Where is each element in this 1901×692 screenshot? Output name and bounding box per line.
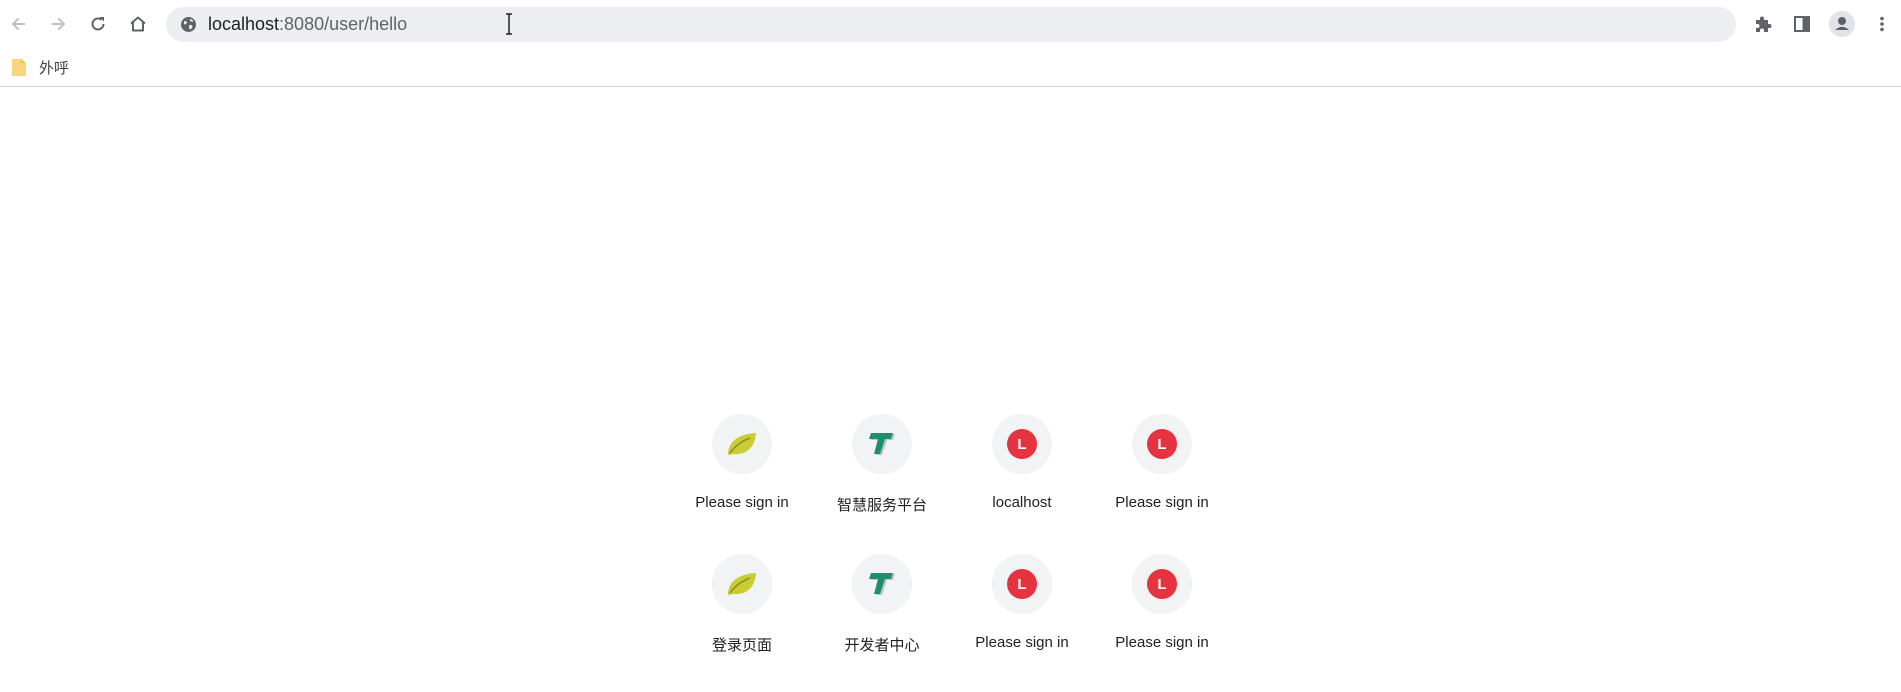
tile-favicon <box>852 554 912 614</box>
url-text[interactable]: localhost:8080/user/hello <box>208 7 407 42</box>
tile-title: Please sign in <box>1115 494 1209 511</box>
home-icon <box>130 16 146 32</box>
letter-l-icon: L <box>1147 569 1177 599</box>
tile-title: 登录页面 <box>711 637 772 654</box>
reload-button[interactable] <box>80 6 116 42</box>
leaf-icon <box>728 573 756 595</box>
back-button[interactable] <box>1 6 37 42</box>
tile-favicon: L <box>992 554 1052 614</box>
bookmark-label: 外呼 <box>39 59 70 77</box>
green-t-logo-icon <box>869 433 895 455</box>
reload-icon <box>91 17 105 31</box>
letter-l-icon: L <box>1147 429 1177 459</box>
tile-title: localhost <box>992 494 1052 511</box>
shortcut-tile[interactable]: 智慧服务平台 <box>812 410 952 540</box>
browser-toolbar: localhost:8080/user/hello <box>0 0 1901 48</box>
shortcut-tile[interactable]: 开发者中心 <box>812 550 952 680</box>
letter-l-icon: L <box>1007 429 1037 459</box>
extensions-button[interactable] <box>1745 6 1781 42</box>
tile-favicon <box>712 414 772 474</box>
tile-favicon: L <box>1132 554 1192 614</box>
tile-title: 智慧服务平台 <box>836 497 927 514</box>
tile-title: Please sign in <box>695 494 789 511</box>
shortcut-tile[interactable]: Please sign in <box>672 410 812 540</box>
shortcut-tiles: Please sign in 智慧服务平台 L localhost L Plea… <box>672 410 1232 690</box>
side-panel-button[interactable] <box>1784 6 1820 42</box>
shortcut-tile[interactable]: L Please sign in <box>1092 410 1232 540</box>
green-t-logo-icon <box>869 573 895 595</box>
profile-button[interactable] <box>1824 6 1860 42</box>
tile-favicon: L <box>1132 414 1192 474</box>
menu-button[interactable] <box>1864 6 1900 42</box>
profile-avatar-icon <box>1829 11 1855 37</box>
tile-title: Please sign in <box>1115 634 1209 651</box>
back-arrow-icon <box>11 17 25 31</box>
side-panel-icon <box>1794 16 1810 32</box>
folder-icon <box>12 58 26 76</box>
tile-favicon: L <box>992 414 1052 474</box>
vertical-dots-icon <box>1880 16 1884 32</box>
tile-favicon <box>852 414 912 474</box>
tile-favicon <box>712 554 772 614</box>
shortcut-tile[interactable]: L Please sign in <box>1092 550 1232 680</box>
home-button[interactable] <box>120 6 156 42</box>
tile-title: Please sign in <box>975 634 1069 651</box>
shortcut-tile[interactable]: L localhost <box>952 410 1092 540</box>
url-host: localhost <box>208 14 280 34</box>
bookmark-folder[interactable]: 外呼 <box>9 54 75 80</box>
address-bar[interactable]: localhost:8080/user/hello <box>166 7 1736 42</box>
tile-title: 开发者中心 <box>844 637 920 654</box>
puzzle-piece-icon <box>1756 16 1772 32</box>
leaf-icon <box>728 433 756 455</box>
bookmarks-bar: 外呼 <box>0 48 1901 87</box>
forward-button[interactable] <box>40 6 76 42</box>
globe-icon[interactable] <box>180 16 197 33</box>
forward-arrow-icon <box>52 17 66 31</box>
url-path: :8080/user/hello <box>279 14 408 34</box>
shortcut-tile[interactable]: 登录页面 <box>672 550 812 680</box>
shortcut-tile[interactable]: L Please sign in <box>952 550 1092 680</box>
letter-l-icon: L <box>1007 569 1037 599</box>
text-cursor-icon <box>506 13 512 35</box>
